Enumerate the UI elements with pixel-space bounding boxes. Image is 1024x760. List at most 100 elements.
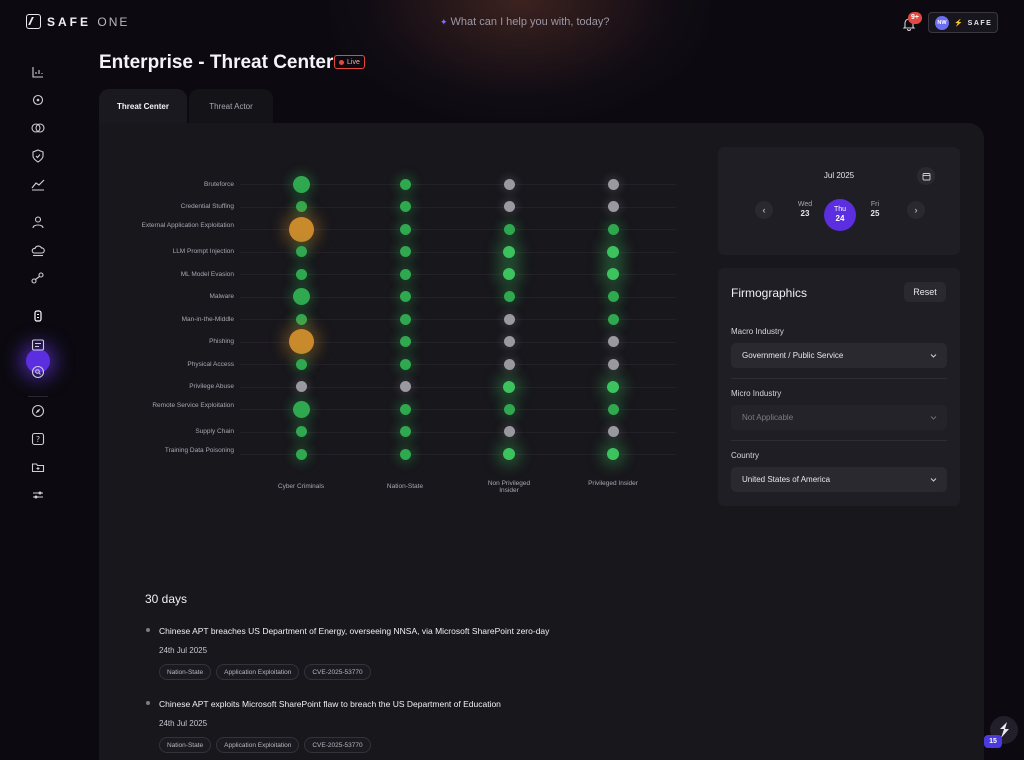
macro-industry-select[interactable]: Government / Public Service bbox=[731, 343, 947, 368]
account-switcher[interactable]: NW ⚡ SAFE bbox=[928, 12, 998, 33]
day-wed[interactable]: Wed 23 bbox=[789, 199, 821, 231]
cloud-icon[interactable] bbox=[30, 242, 46, 258]
news-item-title[interactable]: Chinese APT breaches US Department of En… bbox=[159, 626, 549, 636]
threat-dot[interactable] bbox=[399, 358, 411, 370]
threat-dot[interactable] bbox=[295, 246, 307, 257]
threat-dot[interactable] bbox=[292, 400, 310, 418]
prev-day-chevron-icon[interactable]: ‹ bbox=[755, 201, 773, 219]
news-period-heading: 30 days bbox=[145, 592, 188, 606]
threat-dot[interactable] bbox=[503, 178, 515, 190]
threat-dot[interactable] bbox=[503, 291, 515, 302]
calendar-icon[interactable] bbox=[917, 167, 935, 185]
threat-dot[interactable] bbox=[607, 201, 619, 212]
folder-add-icon[interactable] bbox=[30, 459, 46, 475]
threat-dot[interactable] bbox=[292, 288, 310, 305]
threat-dot[interactable] bbox=[607, 313, 619, 325]
threat-dot[interactable] bbox=[399, 268, 411, 280]
target-icon[interactable] bbox=[30, 92, 46, 108]
threat-dot[interactable] bbox=[295, 268, 307, 280]
dashboard-chart-icon[interactable] bbox=[30, 64, 46, 80]
threat-dot[interactable] bbox=[295, 448, 307, 460]
threat-dot[interactable] bbox=[288, 216, 314, 242]
tag-chip[interactable]: Application Exploitation bbox=[216, 664, 300, 680]
tag-chip[interactable]: Nation-State bbox=[159, 664, 212, 680]
threat-dot[interactable] bbox=[503, 223, 515, 235]
reset-button[interactable]: Reset bbox=[904, 282, 946, 302]
threat-dot[interactable] bbox=[295, 358, 307, 370]
day-fri[interactable]: Fri 25 bbox=[859, 199, 891, 231]
trend-line-icon[interactable] bbox=[30, 176, 46, 192]
threat-dot[interactable] bbox=[607, 358, 619, 370]
list-panel-icon[interactable] bbox=[30, 337, 46, 353]
threat-dot[interactable] bbox=[399, 201, 411, 212]
threat-dot[interactable] bbox=[607, 403, 619, 415]
threat-dot[interactable] bbox=[399, 246, 411, 257]
sidebar-nav: ? bbox=[0, 46, 76, 760]
threat-dot[interactable] bbox=[399, 313, 411, 325]
threat-dot[interactable] bbox=[607, 223, 619, 235]
help-icon[interactable]: ? bbox=[30, 431, 46, 447]
threat-dot[interactable] bbox=[607, 291, 619, 302]
threat-dot[interactable] bbox=[503, 358, 515, 370]
threat-dot[interactable] bbox=[503, 201, 515, 212]
threat-dot[interactable] bbox=[503, 448, 515, 460]
threat-dot[interactable] bbox=[399, 381, 411, 392]
ai-assistant-prompt[interactable]: ✦ What can I help you with, today? bbox=[440, 16, 610, 28]
search-circle-icon[interactable] bbox=[30, 364, 46, 380]
threat-dot[interactable] bbox=[503, 268, 515, 280]
news-item-title[interactable]: Chinese APT exploits Microsoft SharePoin… bbox=[159, 699, 501, 709]
threat-dot[interactable] bbox=[503, 426, 515, 437]
day-name: Thu bbox=[833, 206, 847, 213]
country-select[interactable]: United States of America bbox=[731, 467, 947, 492]
threat-dot[interactable] bbox=[607, 336, 619, 347]
news-bullet bbox=[146, 701, 150, 705]
threat-center-icon[interactable] bbox=[30, 308, 46, 324]
threat-dot[interactable] bbox=[399, 178, 411, 190]
threat-dot[interactable] bbox=[399, 448, 411, 460]
threat-dot[interactable] bbox=[607, 448, 619, 460]
threat-dot[interactable] bbox=[607, 380, 619, 393]
threat-dot[interactable] bbox=[607, 178, 619, 190]
matrix-row-label: Physical Access bbox=[187, 360, 234, 368]
brand-logo[interactable]: SAFE ONE bbox=[26, 14, 129, 29]
threat-dot[interactable] bbox=[503, 313, 515, 325]
threat-dot[interactable] bbox=[607, 245, 619, 258]
threat-dot[interactable] bbox=[295, 201, 307, 212]
user-icon[interactable] bbox=[30, 214, 46, 230]
shield-check-icon[interactable] bbox=[30, 148, 46, 164]
threat-dot[interactable] bbox=[399, 426, 411, 437]
country-label: Country bbox=[731, 451, 760, 460]
micro-industry-select[interactable]: Not Applicable bbox=[731, 405, 947, 430]
sliders-icon[interactable] bbox=[30, 487, 46, 503]
tag-chip[interactable]: CVE-2025-53770 bbox=[304, 664, 371, 680]
tag-chip[interactable]: Nation-State bbox=[159, 737, 212, 753]
sparkle-icon: ✦ bbox=[440, 16, 448, 27]
tab-threat-center[interactable]: Threat Center bbox=[99, 89, 187, 123]
threat-dot[interactable] bbox=[295, 313, 307, 325]
threat-dot[interactable] bbox=[399, 403, 411, 415]
tag-chip[interactable]: Application Exploitation bbox=[216, 737, 300, 753]
compass-icon[interactable] bbox=[30, 403, 46, 419]
threat-dot[interactable] bbox=[295, 381, 307, 392]
threat-dot[interactable] bbox=[503, 336, 515, 347]
nodes-icon[interactable] bbox=[30, 270, 46, 286]
threat-dot[interactable] bbox=[503, 245, 515, 258]
threat-dot[interactable] bbox=[399, 291, 411, 302]
tab-threat-actor[interactable]: Threat Actor bbox=[189, 89, 273, 123]
matrix-row-label: Privilege Abuse bbox=[189, 383, 234, 390]
tag-chip[interactable]: CVE-2025-53770 bbox=[304, 737, 371, 753]
threat-dot[interactable] bbox=[503, 380, 515, 393]
day-date: 25 bbox=[870, 209, 880, 218]
threat-dot[interactable] bbox=[399, 336, 411, 347]
threat-dot[interactable] bbox=[503, 403, 515, 415]
threat-dot[interactable] bbox=[607, 268, 619, 280]
day-thu-selected[interactable]: Thu 24 bbox=[824, 199, 856, 231]
threat-dot[interactable] bbox=[399, 223, 411, 235]
chevron-down-icon bbox=[930, 478, 937, 482]
threat-dot[interactable] bbox=[292, 175, 310, 193]
threat-dot[interactable] bbox=[295, 426, 307, 437]
toggle-icon[interactable] bbox=[30, 120, 46, 136]
threat-dot[interactable] bbox=[288, 329, 314, 354]
next-day-chevron-icon[interactable]: › bbox=[907, 201, 925, 219]
threat-dot[interactable] bbox=[607, 426, 619, 437]
